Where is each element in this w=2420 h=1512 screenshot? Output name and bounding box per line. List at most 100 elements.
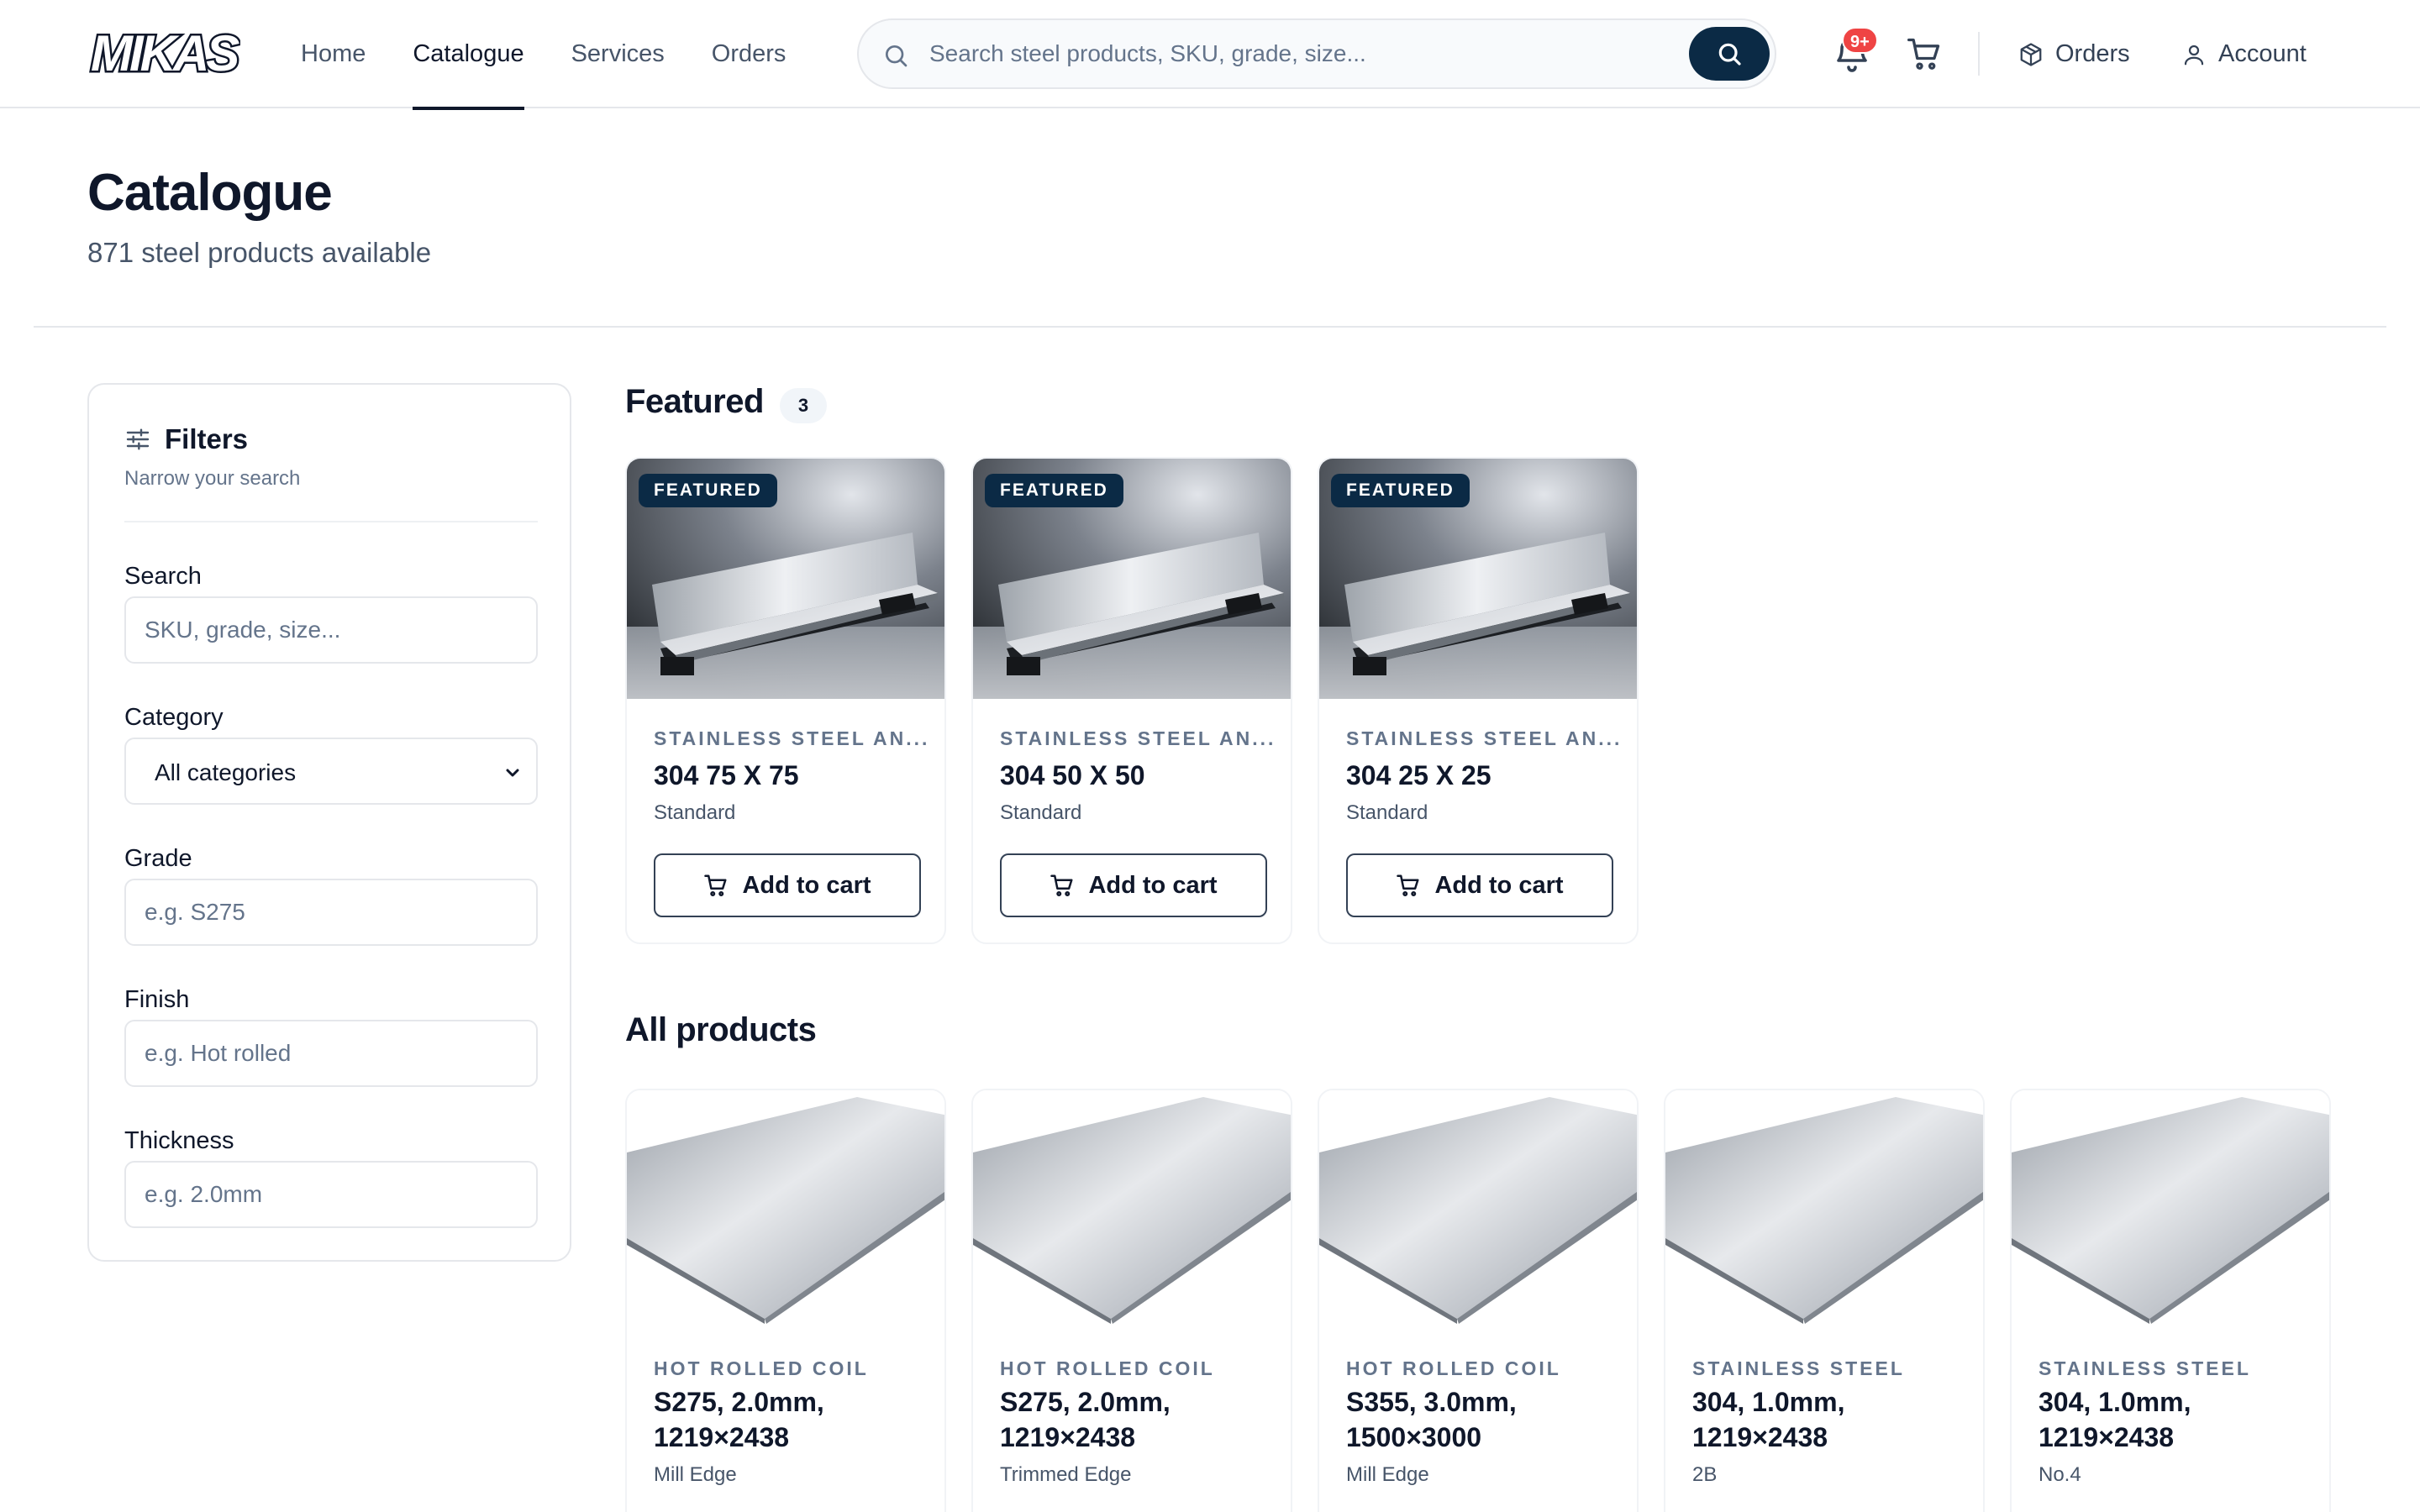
header-account-link[interactable]: Account: [2181, 0, 2307, 108]
filters-header: Filters: [124, 423, 248, 455]
featured-product-card[interactable]: FEATURED STAINLESS STEEL AN... 304 25 X …: [1318, 457, 1639, 944]
header-account-label: Account: [2218, 40, 2307, 67]
product-category: HOT ROLLED COIL: [654, 1357, 869, 1379]
product-category: STAINLESS STEEL AN...: [654, 727, 930, 749]
header-divider: [1978, 32, 1980, 76]
nav-catalogue[interactable]: Catalogue: [413, 0, 524, 110]
header-orders-label: Orders: [2055, 40, 2130, 67]
product-card[interactable]: HOT ROLLED COIL S275, 2.0mm, 1219×2438 T…: [971, 1089, 1292, 1512]
product-image: [627, 1090, 944, 1326]
product-finish: Mill Edge: [654, 1463, 737, 1486]
product-category: HOT ROLLED COIL: [1000, 1357, 1215, 1379]
notification-badge: 9+: [1842, 27, 1878, 54]
product-finish: Standard: [1000, 801, 1082, 824]
product-category: STAINLESS STEEL AN...: [1346, 727, 1623, 749]
add-to-cart-label: Add to cart: [742, 871, 871, 899]
product-card[interactable]: STAINLESS STEEL 304, 1.0mm, 1219×2438 2B: [1664, 1089, 1985, 1512]
product-category: STAINLESS STEEL AN...: [1000, 727, 1276, 749]
product-name: S275, 2.0mm, 1219×2438: [654, 1387, 824, 1452]
product-category: HOT ROLLED COIL: [1346, 1357, 1561, 1379]
product-name: 304, 1.0mm, 1219×2438: [2039, 1387, 2191, 1452]
product-finish: No.4: [2039, 1463, 2081, 1486]
steel-sheet-image: [627, 1090, 944, 1326]
nav-orders[interactable]: Orders: [712, 0, 786, 108]
brand-logo[interactable]: MIKAS: [87, 24, 241, 82]
product-finish: Standard: [654, 801, 736, 824]
product-image: [1319, 1090, 1637, 1326]
product-finish: Standard: [1346, 801, 1428, 824]
svg-text:MIKAS: MIKAS: [91, 25, 239, 81]
product-name: S275, 2.0mm, 1219×2438: [1000, 1387, 1171, 1452]
page-subtitle: 871 steel products available: [87, 237, 432, 268]
brand-logo-wordmark: MIKAS: [89, 24, 241, 82]
product-category: STAINLESS STEEL: [2039, 1357, 2251, 1379]
search-icon: [886, 45, 908, 67]
add-to-cart-button[interactable]: Add to cart: [1346, 853, 1613, 917]
steel-sheet-image: [973, 1090, 1291, 1326]
filter-finish-label: Finish: [124, 986, 190, 1013]
all-products-heading: All products: [625, 1011, 817, 1048]
product-image: [2012, 1090, 2329, 1326]
filters-subtitle: Narrow your search: [124, 467, 301, 490]
featured-heading: Featured: [625, 383, 764, 420]
add-to-cart-button[interactable]: Add to cart: [654, 853, 921, 917]
cart-icon: [1050, 874, 1073, 897]
cart-icon: [1397, 874, 1419, 897]
featured-tag: FEATURED: [639, 474, 777, 507]
product-name: S355, 3.0mm, 1500×3000: [1346, 1387, 1517, 1452]
filter-category-value: All categories: [155, 759, 297, 785]
add-to-cart-button[interactable]: Add to cart: [1000, 853, 1267, 917]
filter-finish-input[interactable]: [124, 1020, 538, 1087]
filter-thickness-input[interactable]: [124, 1161, 538, 1228]
product-category: STAINLESS STEEL: [1692, 1357, 1905, 1379]
product-image: [973, 1090, 1291, 1326]
product-card[interactable]: HOT ROLLED COIL S355, 3.0mm, 1500×3000 M…: [1318, 1089, 1639, 1512]
chevron-down-icon: [506, 769, 519, 777]
filter-category-label: Category: [124, 704, 224, 731]
nav-services[interactable]: Services: [571, 0, 665, 108]
product-finish: Mill Edge: [1346, 1463, 1429, 1486]
nav-home[interactable]: Home: [301, 0, 366, 108]
sliders-icon: [126, 428, 150, 450]
top-header: MIKAS Home Catalogue Services Orders 9+ …: [0, 0, 2420, 110]
product-finish: Trimmed Edge: [1000, 1463, 1132, 1486]
add-to-cart-label: Add to cart: [1434, 871, 1564, 899]
global-search-input[interactable]: [929, 32, 1686, 76]
featured-count-badge: 3: [780, 388, 827, 423]
filter-thickness-label: Thickness: [124, 1127, 234, 1154]
featured-product-card[interactable]: FEATURED STAINLESS STEEL AN... 304 50 X …: [971, 457, 1292, 944]
filters-divider: [124, 521, 538, 522]
search-icon: [1718, 43, 1741, 66]
filter-grade-label: Grade: [124, 845, 192, 872]
cart-icon[interactable]: [1906, 35, 1943, 72]
product-card[interactable]: STAINLESS STEEL 304, 1.0mm, 1219×2438 No…: [2010, 1089, 2331, 1512]
add-to-cart-label: Add to cart: [1088, 871, 1218, 899]
steel-sheet-image: [1665, 1090, 1983, 1326]
product-name: 304 25 X 25: [1346, 760, 1491, 790]
user-icon: [2184, 45, 2204, 65]
steel-sheet-image: [2012, 1090, 2329, 1326]
filter-search-label: Search: [124, 563, 202, 590]
filters-title: Filters: [165, 423, 249, 454]
product-card[interactable]: HOT ROLLED COIL S275, 2.0mm, 1219×2438 M…: [625, 1089, 946, 1512]
featured-tag: FEATURED: [1331, 474, 1470, 507]
product-name: 304 50 X 50: [1000, 760, 1145, 790]
filters-panel: Filters Narrow your search Search Catego…: [87, 383, 571, 1262]
filter-search-input[interactable]: [124, 596, 538, 664]
main-nav: Home Catalogue Services Orders: [301, 0, 833, 110]
filter-grade-input[interactable]: [124, 879, 538, 946]
featured-tag: FEATURED: [985, 474, 1123, 507]
global-search: [857, 18, 1776, 89]
cart-icon: [704, 874, 727, 897]
product-name: 304 75 X 75: [654, 760, 799, 790]
section-divider: [34, 326, 2386, 328]
filter-category-select[interactable]: All categories: [124, 738, 538, 805]
header-orders-link[interactable]: Orders: [2018, 0, 2130, 108]
product-name: 304, 1.0mm, 1219×2438: [1692, 1387, 1845, 1452]
product-finish: 2B: [1692, 1463, 1718, 1486]
featured-product-card[interactable]: FEATURED STAINLESS STEEL AN... 304 75 X …: [625, 457, 946, 944]
package-icon: [2020, 42, 2042, 66]
page-title: Catalogue: [87, 164, 333, 222]
search-submit-button[interactable]: [1689, 27, 1770, 81]
product-image: [1665, 1090, 1983, 1326]
